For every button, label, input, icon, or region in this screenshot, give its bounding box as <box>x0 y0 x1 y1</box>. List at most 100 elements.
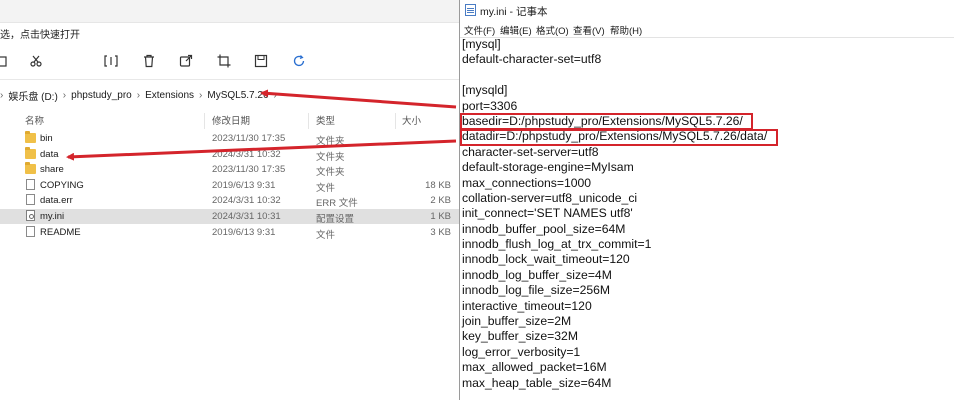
file-row[interactable]: README 2019/6/13 9:31 文件 3 KB <box>0 225 459 241</box>
file-name: data <box>40 148 59 160</box>
file-icon <box>26 225 35 237</box>
explorer-top-band <box>0 0 459 23</box>
share-icon[interactable] <box>178 53 194 69</box>
file-type: 配置设置 <box>316 214 355 225</box>
file-name: my.ini <box>40 211 65 222</box>
file-size: 18 KB <box>425 179 451 191</box>
folder-icon <box>25 131 36 143</box>
file-explorer-window: 选，点击快速打开 › 娱乐盘 (D:) › phpstudy_pro › Ext… <box>0 0 459 400</box>
column-divider[interactable] <box>204 113 205 129</box>
file-date: 2023/11/30 17:35 <box>212 133 286 144</box>
crop-icon[interactable] <box>216 53 232 69</box>
file-name: bin <box>40 133 53 144</box>
file-row[interactable]: share 2023/11/30 17:35 文件夹 <box>0 162 459 179</box>
text-line: character-set-server=utf8 <box>462 144 599 159</box>
text-line: interactive_timeout=120 <box>462 298 592 313</box>
delete-icon[interactable] <box>141 53 157 69</box>
file-date: 2019/6/13 9:31 <box>212 179 276 191</box>
file-row[interactable]: COPYING 2019/6/13 9:31 文件 18 KB <box>0 178 459 194</box>
file-type: 文件 <box>316 182 336 194</box>
folder-icon <box>25 162 36 175</box>
menu-edit[interactable]: 编辑(E) <box>500 23 532 37</box>
breadcrumb[interactable]: › 娱乐盘 (D:) › phpstudy_pro › Extensions ›… <box>0 86 282 104</box>
highlight-datadir-box <box>460 129 778 146</box>
file-type: 文件夹 <box>316 151 345 163</box>
file-date: 2024/3/31 10:32 <box>212 148 281 160</box>
file-size: 3 KB <box>430 226 451 238</box>
file-name: share <box>40 164 64 176</box>
file-type: 文件夹 <box>316 167 345 179</box>
breadcrumb-separator: › <box>62 89 67 101</box>
text-line: default-storage-engine=MyIsam <box>462 160 634 175</box>
file-date: 2023/11/30 17:35 <box>212 164 286 176</box>
file-date: 2019/6/13 9:31 <box>212 226 276 238</box>
menu-bar: 文件(F) 编辑(E) 格式(O) 查看(V) 帮助(H) <box>460 21 954 37</box>
text-line: key_buffer_size=32M <box>462 329 578 344</box>
file-size: 2 KB <box>430 195 451 207</box>
file-row[interactable]: data.err 2024/3/31 10:32 ERR 文件 2 KB <box>0 193 459 210</box>
text-editor-area[interactable]: [mysql] default-character-set=utf8 [mysqld… <box>462 37 952 391</box>
folder-icon <box>25 146 36 159</box>
file-name: COPYING <box>40 179 84 191</box>
column-header-size[interactable]: 大小 <box>402 113 421 127</box>
explorer-toolbar <box>0 50 459 74</box>
notepad-titlebar[interactable]: my.ini - 记事本 <box>460 0 954 20</box>
text-line: port=3306 <box>462 98 518 113</box>
text-line: log_error_verbosity=1 <box>462 344 581 359</box>
quick-access-hint: 选，点击快速打开 <box>0 30 80 41</box>
breadcrumb-item-phpstudy[interactable]: phpstudy_pro <box>71 90 132 101</box>
file-name: data.err <box>40 195 73 207</box>
text-line: innodb_buffer_pool_size=64M <box>462 221 626 236</box>
copy-icon[interactable] <box>0 53 10 69</box>
menu-format[interactable]: 格式(O) <box>536 23 569 37</box>
menu-view[interactable]: 查看(V) <box>573 23 605 37</box>
text-line: innodb_log_file_size=256M <box>462 283 611 298</box>
breadcrumb-item-extensions[interactable]: Extensions <box>145 90 194 101</box>
text-line: [mysql] <box>462 37 501 51</box>
text-line: [mysqld] <box>462 83 508 98</box>
menu-file[interactable]: 文件(F) <box>464 23 495 37</box>
file-date: 2024/3/31 10:31 <box>212 211 281 222</box>
config-file-icon <box>26 210 35 221</box>
column-divider[interactable] <box>395 113 396 129</box>
window-title: my.ini - 记事本 <box>480 6 548 18</box>
column-header-type[interactable]: 类型 <box>316 113 335 127</box>
menu-help[interactable]: 帮助(H) <box>610 23 642 37</box>
column-header-date[interactable]: 修改日期 <box>212 113 250 127</box>
notepad-window: my.ini - 记事本 文件(F) 编辑(E) 格式(O) 查看(V) 帮助(… <box>459 0 954 400</box>
toolbar-divider <box>0 79 459 80</box>
breadcrumb-separator: › <box>0 89 4 101</box>
column-header-name[interactable]: 名称 <box>25 113 44 127</box>
file-list-header: 名称 修改日期 类型 大小 <box>0 108 459 129</box>
save-icon[interactable] <box>253 53 269 69</box>
refresh-icon[interactable] <box>291 53 307 69</box>
file-row[interactable]: my.ini 2024/3/31 10:31 配置设置 1 KB <box>0 209 459 225</box>
text-line: max_allowed_packet=16M <box>462 360 607 375</box>
file-size: 1 KB <box>430 211 451 222</box>
text-line: innodb_lock_wait_timeout=120 <box>462 252 630 267</box>
breadcrumb-separator: › <box>273 89 277 101</box>
text-line <box>462 68 952 83</box>
text-line: collation-server=utf8_unicode_ci <box>462 190 638 205</box>
text-line: innodb_flush_log_at_trx_commit=1 <box>462 237 652 252</box>
file-row[interactable]: bin 2023/11/30 17:35 文件夹 <box>0 131 459 147</box>
text-line: max_heap_table_size=64M <box>462 375 612 390</box>
file-type: 文件 <box>316 229 336 241</box>
breadcrumb-item-drive[interactable]: 娱乐盘 (D:) <box>8 88 57 103</box>
rename-icon[interactable] <box>103 53 119 69</box>
cut-icon[interactable] <box>28 53 44 69</box>
text-line: default-character-set=utf8 <box>462 52 602 67</box>
text-line: init_connect='SET NAMES utf8' <box>462 206 633 221</box>
file-icon <box>26 178 35 190</box>
file-row[interactable]: data 2024/3/31 10:32 文件夹 <box>0 146 459 163</box>
file-name: README <box>40 226 81 238</box>
file-date: 2024/3/31 10:32 <box>212 195 281 207</box>
file-icon <box>26 194 35 206</box>
column-divider[interactable] <box>308 113 309 129</box>
text-line: innodb_log_buffer_size=4M <box>462 267 612 282</box>
file-type: ERR 文件 <box>316 198 358 210</box>
breadcrumb-item-mysql[interactable]: MySQL5.7.26 <box>207 90 268 101</box>
text-line: join_buffer_size=2M <box>462 314 572 329</box>
breadcrumb-separator: › <box>199 89 203 101</box>
text-line: max_connections=1000 <box>462 175 592 190</box>
